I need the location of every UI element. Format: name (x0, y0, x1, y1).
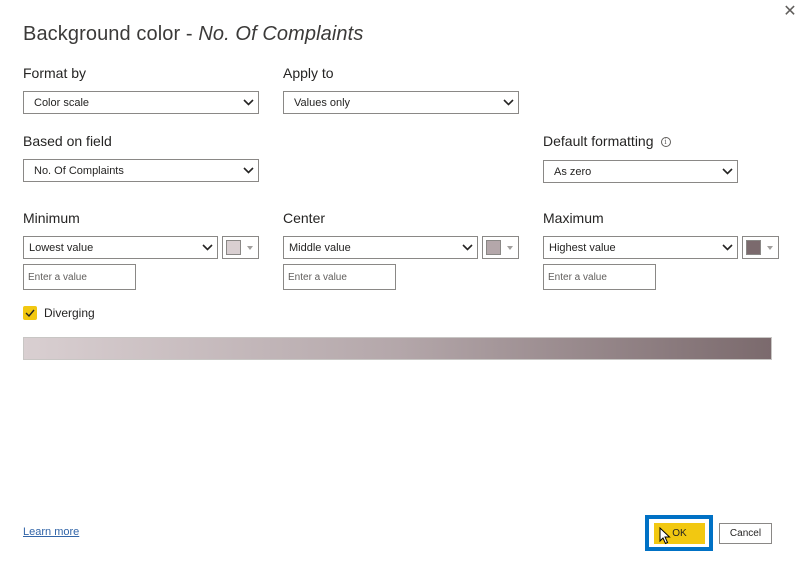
maximum-value-input[interactable] (543, 264, 656, 290)
center-color-picker[interactable] (482, 236, 519, 259)
maximum-type-value: Highest value (549, 241, 616, 254)
chevron-down-icon (238, 92, 258, 113)
close-icon[interactable]: ✕ (782, 4, 798, 20)
dialog-title: Background color - No. Of Complaints (23, 23, 363, 46)
default-formatting-dropdown[interactable]: As zero (543, 160, 738, 183)
chevron-down-icon (238, 160, 258, 181)
minimum-label: Minimum (23, 210, 80, 226)
cancel-button[interactable]: Cancel (719, 523, 772, 544)
chevron-down-icon (717, 161, 737, 182)
default-formatting-text: Default formatting (543, 133, 654, 149)
format-by-label: Format by (23, 65, 87, 81)
apply-to-label: Apply to (283, 65, 334, 81)
caret-down-icon (507, 245, 513, 250)
center-label: Center (283, 210, 326, 226)
diverging-checkbox[interactable] (23, 306, 37, 320)
minimum-color-swatch (226, 240, 241, 255)
chevron-down-icon (457, 237, 477, 258)
minimum-color-picker[interactable] (222, 236, 259, 259)
maximum-label: Maximum (543, 210, 604, 226)
minimum-type-value: Lowest value (29, 241, 94, 254)
format-by-dropdown[interactable]: Color scale (23, 91, 259, 114)
chevron-down-icon (197, 237, 217, 258)
diverging-label: Diverging (44, 306, 95, 320)
info-icon[interactable]: i (660, 137, 671, 147)
caret-down-icon (767, 245, 773, 250)
based-on-field-dropdown[interactable]: No. Of Complaints (23, 159, 259, 182)
learn-more-link[interactable]: Learn more (23, 526, 79, 538)
minimum-type-dropdown[interactable]: Lowest value (23, 236, 218, 259)
maximum-color-picker[interactable] (742, 236, 779, 259)
title-prefix: Background color - (23, 23, 199, 45)
format-by-value: Color scale (34, 96, 90, 109)
chevron-down-icon (717, 237, 737, 258)
default-formatting-value: As zero (554, 165, 592, 178)
apply-to-value: Values only (294, 96, 351, 109)
center-color-swatch (486, 240, 501, 255)
color-scale-preview (23, 337, 772, 360)
minimum-value-input[interactable] (23, 264, 136, 290)
center-value-input[interactable] (283, 264, 396, 290)
mouse-pointer-icon (659, 527, 671, 545)
apply-to-dropdown[interactable]: Values only (283, 91, 519, 114)
maximum-color-swatch (746, 240, 761, 255)
maximum-type-dropdown[interactable]: Highest value (543, 236, 738, 259)
caret-down-icon (247, 245, 253, 250)
based-on-field-label: Based on field (23, 133, 112, 149)
center-type-dropdown[interactable]: Middle value (283, 236, 478, 259)
title-field-name: No. Of Complaints (198, 23, 364, 45)
based-on-field-value: No. Of Complaints (34, 164, 124, 177)
center-type-value: Middle value (289, 241, 351, 254)
default-formatting-label: Default formatting i (543, 133, 671, 149)
chevron-down-icon (498, 92, 518, 113)
checkmark-icon (25, 309, 35, 317)
